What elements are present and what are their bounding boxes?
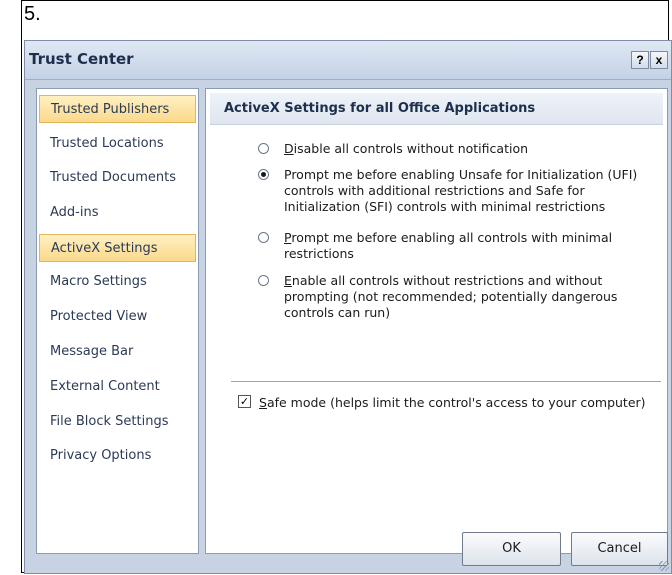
dialog-title: Trust Center <box>29 50 134 68</box>
step-number: 5. <box>24 3 41 25</box>
option-label-text: nable all controls without restrictions … <box>284 273 618 320</box>
sidebar-item-message-bar[interactable]: Message Bar <box>39 338 196 366</box>
sidebar-item-privacy-options[interactable]: Privacy Options <box>39 442 196 470</box>
sidebar-item-external-content[interactable]: External Content <box>39 373 196 401</box>
option-label-text: Prompt me before enabling Unsafe for Ini… <box>284 167 638 214</box>
cancel-button[interactable]: Cancel <box>571 532 668 566</box>
accelerator-key: D <box>284 141 294 156</box>
ok-button[interactable]: OK <box>462 532 561 566</box>
resize-grip-icon[interactable] <box>659 561 669 571</box>
sidebar-item-trusted-publishers[interactable]: Trusted Publishers <box>39 95 196 123</box>
option-label: Prompt me before enabling all controls w… <box>284 230 654 262</box>
help-button[interactable]: ? <box>631 51 649 69</box>
accelerator-key: E <box>284 273 292 288</box>
sidebar-item-trusted-documents[interactable]: Trusted Documents <box>39 164 196 192</box>
divider <box>231 381 661 382</box>
title-bar[interactable]: Trust Center ? x <box>25 41 671 80</box>
settings-panel: ActiveX Settings for all Office Applicat… <box>205 88 668 554</box>
radio-button[interactable] <box>258 143 269 154</box>
radio-button[interactable] <box>258 169 269 180</box>
accelerator-key: S <box>259 395 267 410</box>
option-label: Prompt me before enabling Unsafe for Ini… <box>284 167 654 215</box>
sidebar-item-file-block-settings[interactable]: File Block Settings <box>39 408 196 436</box>
safe-mode-label: Safe mode (helps limit the control's acc… <box>259 395 659 411</box>
close-button[interactable]: x <box>650 51 668 69</box>
option-label-text: rompt me before enabling all controls wi… <box>284 230 613 261</box>
option-label: Disable all controls without notificatio… <box>284 141 654 157</box>
sidebar: Trusted Publishers Trusted Locations Tru… <box>36 88 199 554</box>
radio-button[interactable] <box>258 275 269 286</box>
section-header: ActiveX Settings for all Office Applicat… <box>210 93 663 125</box>
option-label-text: isable all controls without notification <box>293 141 529 156</box>
option-label: Enable all controls without restrictions… <box>284 273 654 321</box>
radio-button[interactable] <box>258 232 269 243</box>
trust-center-dialog: Trust Center ? x Trusted Publishers Trus… <box>24 40 672 574</box>
safe-mode-label-text: afe mode (helps limit the control's acce… <box>266 395 646 410</box>
sidebar-item-protected-view[interactable]: Protected View <box>39 303 196 331</box>
sidebar-item-activex-settings[interactable]: ActiveX Settings <box>39 234 196 262</box>
safe-mode-checkbox[interactable]: ✓ <box>238 395 251 408</box>
sidebar-item-add-ins[interactable]: Add-ins <box>39 199 196 227</box>
sidebar-item-trusted-locations[interactable]: Trusted Locations <box>39 130 196 158</box>
sidebar-item-macro-settings[interactable]: Macro Settings <box>39 268 196 296</box>
